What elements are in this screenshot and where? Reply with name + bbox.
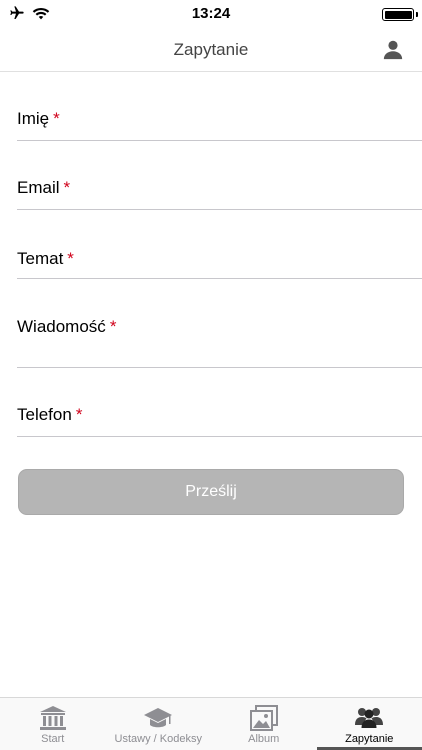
- tab-label: Start: [41, 733, 65, 745]
- field-label: Temat *: [17, 249, 74, 268]
- field-label: Email *: [17, 178, 71, 197]
- field-label: Imię *: [17, 109, 60, 128]
- required-marker: *: [75, 405, 83, 424]
- graduation-cap-icon: [144, 708, 173, 728]
- tab-laws-codes[interactable]: Ustawy / Kodeksy: [106, 698, 212, 750]
- user-icon[interactable]: [382, 38, 404, 60]
- status-bar: 13:24: [0, 0, 422, 28]
- photo-album-icon: [249, 705, 278, 731]
- status-time: 13:24: [191, 5, 231, 22]
- subject-field[interactable]: Temat *: [17, 210, 422, 279]
- name-field[interactable]: Imię *: [17, 72, 422, 141]
- required-marker: *: [53, 109, 60, 128]
- tab-bar: Start Ustawy / Kodeksy Album Zapytanie: [0, 697, 422, 750]
- required-marker: *: [63, 178, 71, 197]
- tab-inquiry[interactable]: Zapytanie: [316, 698, 422, 750]
- field-label: Telefon *: [17, 405, 83, 424]
- bank-icon: [39, 706, 66, 730]
- required-marker: *: [67, 249, 74, 268]
- email-field[interactable]: Email *: [17, 141, 422, 210]
- submit-button[interactable]: Prześlij: [18, 469, 404, 515]
- battery-level: [384, 10, 412, 19]
- message-field[interactable]: Wiadomość *: [17, 279, 422, 368]
- tab-label: Ustawy / Kodeksy: [114, 733, 202, 745]
- tab-album[interactable]: Album: [211, 698, 317, 750]
- field-label: Wiadomość *: [17, 317, 117, 336]
- tab-start[interactable]: Start: [0, 698, 106, 750]
- users-icon: [355, 708, 384, 728]
- required-marker: *: [109, 317, 117, 336]
- battery-tip: [415, 12, 418, 17]
- tab-label: Zapytanie: [345, 733, 394, 745]
- phone-field[interactable]: Telefon *: [17, 368, 422, 437]
- page-title: Zapytanie: [173, 40, 249, 59]
- battery-icon: [382, 8, 414, 21]
- tab-label: Album: [248, 733, 280, 745]
- navigation-bar: Zapytanie: [0, 28, 422, 72]
